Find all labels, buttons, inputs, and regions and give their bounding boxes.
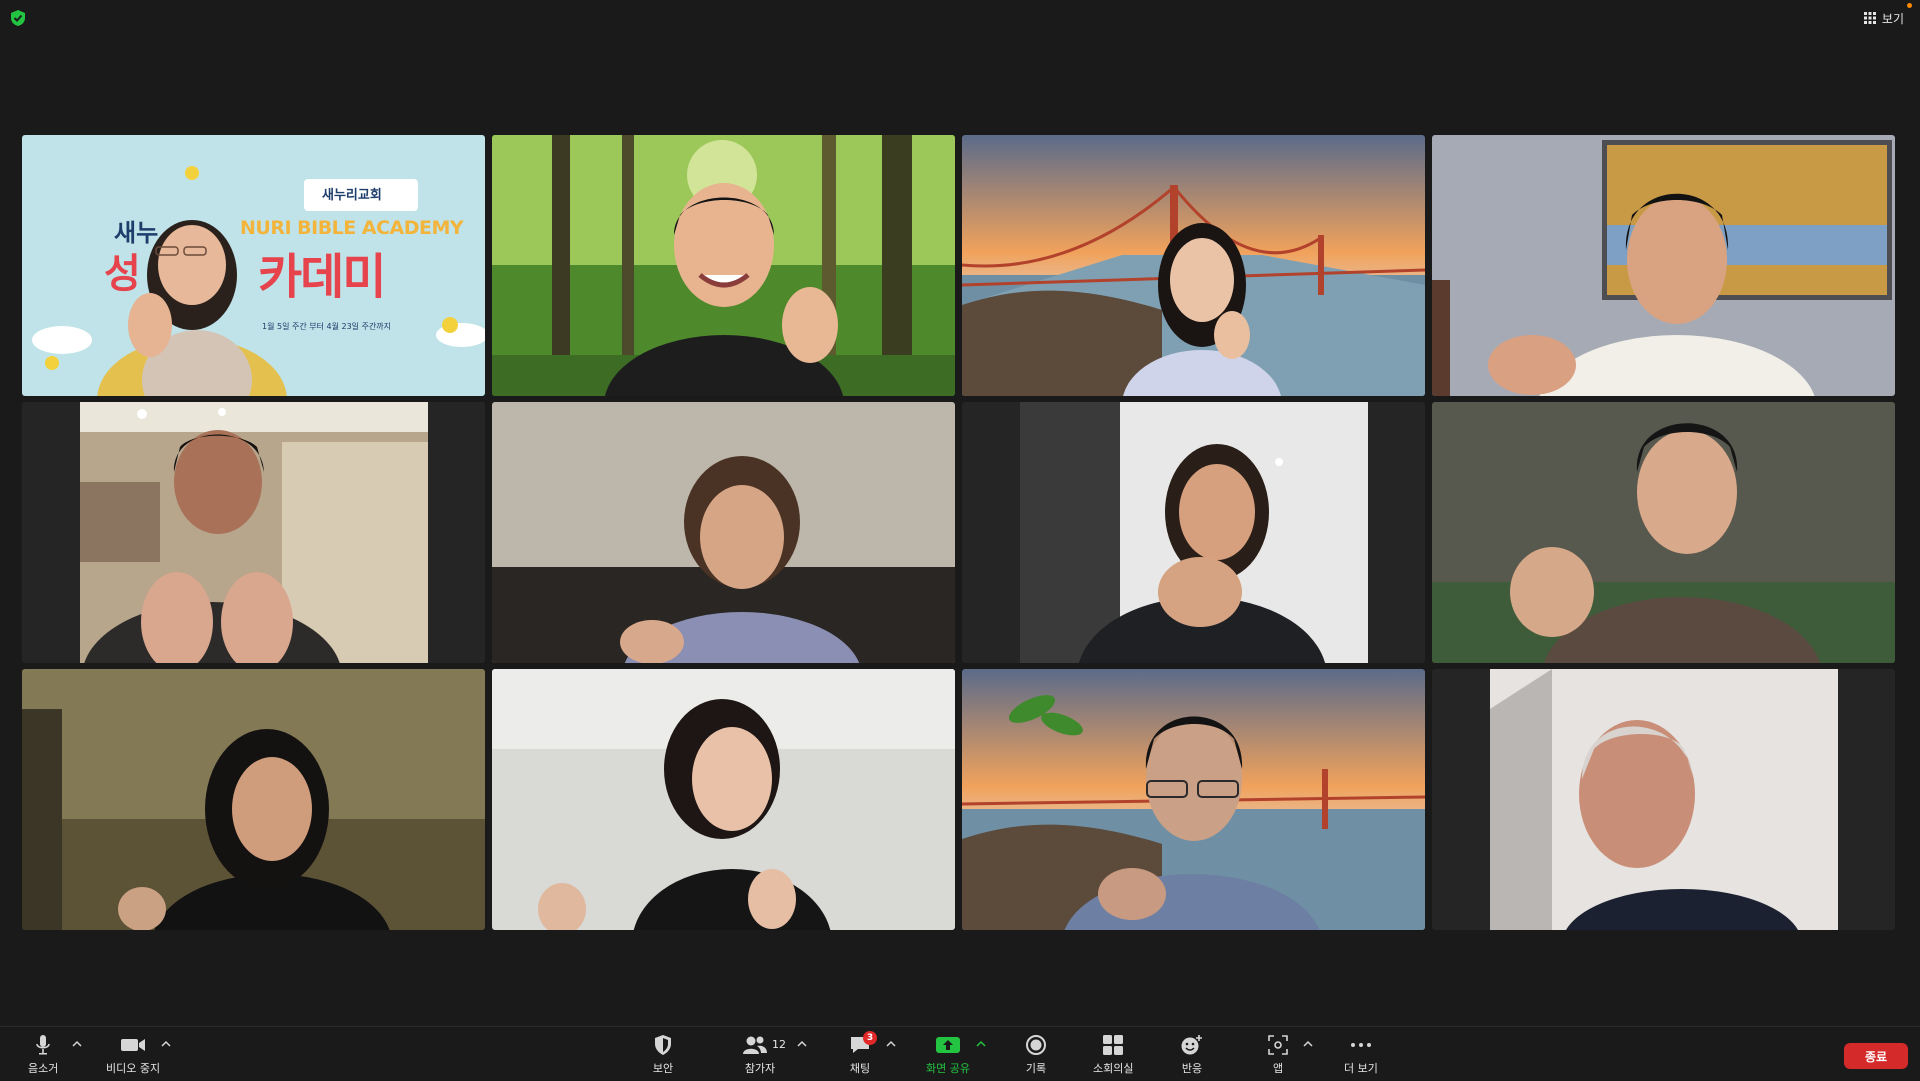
video-tile[interactable] bbox=[22, 402, 485, 663]
video-tile[interactable] bbox=[22, 669, 485, 930]
participants-button[interactable]: 12 참가자 bbox=[742, 1033, 792, 1076]
record-button[interactable]: 기록 bbox=[1023, 1033, 1049, 1076]
video-tile[interactable] bbox=[962, 669, 1425, 930]
video-feed bbox=[22, 135, 485, 396]
video-feed bbox=[962, 402, 1425, 663]
breakout-rooms-button[interactable]: 소회의실 bbox=[1093, 1033, 1133, 1076]
breakout-rooms-icon bbox=[1103, 1035, 1124, 1055]
stop-video-label: 비디오 중지 bbox=[106, 1062, 161, 1075]
video-feed bbox=[492, 669, 955, 930]
view-button[interactable]: 보기 bbox=[1863, 3, 1912, 27]
video-tile[interactable] bbox=[1432, 669, 1895, 930]
reactions-button[interactable]: 반응 bbox=[1179, 1033, 1205, 1076]
video-camera-icon bbox=[121, 1039, 146, 1051]
chat-label: 채팅 bbox=[849, 1062, 871, 1075]
video-tile[interactable]: 새누리교회 새누 NURI BIBLE ACADEMY 성 카데미 1월 5일 … bbox=[22, 135, 485, 396]
mute-button[interactable]: 음소거 bbox=[28, 1033, 58, 1076]
apps-icon bbox=[1268, 1035, 1288, 1055]
more-button[interactable]: 더 보기 bbox=[1344, 1033, 1378, 1076]
video-tile[interactable] bbox=[962, 135, 1425, 396]
video-gallery: 새누리교회 새누 NURI BIBLE ACADEMY 성 카데미 1월 5일 … bbox=[22, 135, 1895, 930]
microphone-icon bbox=[36, 1035, 50, 1055]
apps-label: 앱 bbox=[1272, 1062, 1284, 1075]
video-tile[interactable] bbox=[492, 669, 955, 930]
meeting-toolbar: 음소거 비디오 중지 보안 12 참가자 3 채팅 화면 공유 기록 소회의실 … bbox=[0, 1026, 1920, 1081]
more-dots-icon bbox=[1350, 1043, 1371, 1047]
video-feed bbox=[1432, 669, 1895, 930]
video-feed bbox=[962, 669, 1425, 930]
apps-button[interactable]: 앱 bbox=[1265, 1033, 1291, 1076]
apps-options-caret-icon[interactable] bbox=[1303, 1040, 1313, 1048]
video-tile[interactable] bbox=[962, 402, 1425, 663]
video-options-caret-icon[interactable] bbox=[161, 1040, 171, 1048]
participants-icon bbox=[743, 1036, 767, 1054]
security-button[interactable]: 보안 bbox=[650, 1033, 676, 1076]
reactions-label: 반응 bbox=[1181, 1062, 1203, 1075]
video-feed bbox=[962, 135, 1425, 396]
emoji-reaction-icon bbox=[1181, 1035, 1202, 1055]
video-tile[interactable] bbox=[1432, 402, 1895, 663]
banner-text-2: NURI BIBLE ACADEMY bbox=[240, 217, 464, 239]
banner-text-4: 카데미 bbox=[258, 249, 386, 305]
participants-options-caret-icon[interactable] bbox=[797, 1040, 807, 1048]
end-meeting-button[interactable]: 종료 bbox=[1844, 1043, 1908, 1069]
video-feed bbox=[492, 135, 955, 396]
video-feed bbox=[1432, 135, 1895, 396]
share-options-caret-icon[interactable] bbox=[976, 1040, 986, 1048]
audio-options-caret-icon[interactable] bbox=[72, 1040, 82, 1048]
more-label: 더 보기 bbox=[1344, 1062, 1378, 1075]
security-shield-icon[interactable] bbox=[10, 9, 26, 27]
video-tile-active-speaker[interactable] bbox=[492, 135, 955, 396]
participants-label: 참가자 bbox=[744, 1062, 776, 1075]
share-screen-icon bbox=[935, 1037, 960, 1053]
grid-view-icon bbox=[1863, 12, 1876, 24]
participants-count: 12 bbox=[772, 1038, 786, 1051]
view-label: 보기 bbox=[1881, 11, 1904, 26]
shield-icon bbox=[655, 1035, 671, 1055]
notification-dot bbox=[1907, 3, 1912, 8]
video-feed bbox=[492, 402, 955, 663]
mute-label: 음소거 bbox=[28, 1062, 59, 1075]
chat-options-caret-icon[interactable] bbox=[886, 1040, 896, 1048]
video-tile[interactable] bbox=[492, 402, 955, 663]
share-screen-label: 화면 공유 bbox=[926, 1062, 970, 1075]
record-label: 기록 bbox=[1025, 1062, 1047, 1075]
video-feed bbox=[22, 402, 485, 663]
chat-unread-badge: 3 bbox=[863, 1031, 877, 1045]
breakout-rooms-label: 소회의실 bbox=[1093, 1062, 1134, 1075]
church-logo: 새누리교회 bbox=[322, 188, 382, 203]
record-icon bbox=[1026, 1035, 1046, 1055]
banner-text-3: 성 bbox=[104, 251, 141, 297]
video-feed bbox=[1432, 402, 1895, 663]
video-feed bbox=[22, 669, 485, 930]
share-screen-button[interactable]: 화면 공유 bbox=[926, 1033, 970, 1076]
stop-video-button[interactable]: 비디오 중지 bbox=[106, 1033, 160, 1076]
security-label: 보안 bbox=[652, 1062, 674, 1075]
video-tile[interactable] bbox=[1432, 135, 1895, 396]
chat-button[interactable]: 3 채팅 bbox=[847, 1031, 877, 1076]
banner-dates: 1월 5일 주간 부터 4월 23일 주간까지 bbox=[262, 322, 392, 331]
